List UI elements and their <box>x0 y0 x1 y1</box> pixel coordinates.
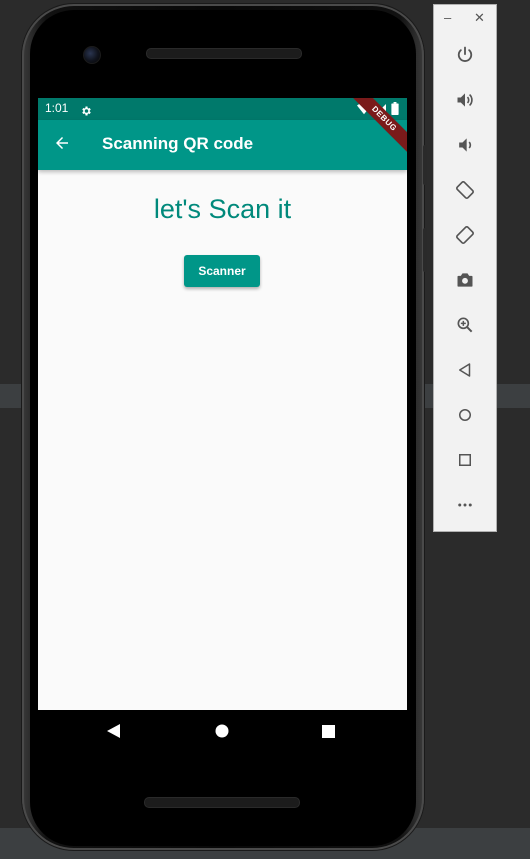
power-icon <box>455 45 475 69</box>
nav-home-button[interactable] <box>210 720 234 744</box>
phone-side-button-lower <box>423 228 427 272</box>
settings-gear-icon <box>80 102 92 116</box>
back-arrow-button[interactable] <box>48 131 76 159</box>
overview-icon <box>456 451 474 473</box>
toolbar-header: – ✕ <box>434 5 496 33</box>
nav-overview-button[interactable] <box>316 720 340 744</box>
arrow-left-icon <box>53 134 71 156</box>
scanner-button[interactable]: Scanner <box>184 255 260 287</box>
screenshot-button[interactable] <box>453 270 477 294</box>
status-time: 1:01 <box>45 101 69 115</box>
circle-home-icon <box>215 723 229 742</box>
triangle-back-icon <box>107 723 121 742</box>
nav-back-button[interactable] <box>102 720 126 744</box>
overview-button[interactable] <box>453 450 477 474</box>
rotate-right-button[interactable] <box>453 225 477 249</box>
rotate-left-button[interactable] <box>453 180 477 204</box>
main-content: let's Scan it Scanner <box>38 170 407 710</box>
minimize-button[interactable]: – <box>444 10 451 25</box>
front-camera <box>83 46 101 64</box>
volume-down-icon <box>455 135 475 159</box>
power-button[interactable] <box>453 45 477 69</box>
system-nav-bar <box>38 710 407 753</box>
headline-text: let's Scan it <box>153 194 292 224</box>
page-title: Scanning QR code <box>102 134 254 153</box>
zoom-button[interactable] <box>453 315 477 339</box>
more-button[interactable] <box>453 495 477 519</box>
battery-icon <box>391 100 399 119</box>
volume-up-button[interactable] <box>453 90 477 114</box>
phone-side-button-upper <box>423 145 427 185</box>
back-icon <box>456 361 474 383</box>
phone-screen: 1:01 Scanning QR code DEBUG let's Scan i… <box>38 98 407 753</box>
home-icon <box>456 406 474 428</box>
more-icon <box>456 496 474 518</box>
home-button[interactable] <box>453 405 477 429</box>
volume-down-button[interactable] <box>453 135 477 159</box>
emulator-toolbar: – ✕ <box>433 4 497 532</box>
top-speaker <box>146 48 302 59</box>
bottom-speaker <box>144 797 300 808</box>
zoom-icon <box>455 315 475 339</box>
emulator-window: 1:01 Scanning QR code DEBUG let's Scan i… <box>0 0 530 859</box>
square-overview-icon <box>321 723 335 742</box>
back-button[interactable] <box>453 360 477 384</box>
status-bar: 1:01 <box>38 98 407 120</box>
app-bar: Scanning QR code <box>38 120 407 170</box>
rotate-left-icon <box>455 180 475 204</box>
close-button[interactable]: ✕ <box>474 10 485 26</box>
volume-up-icon <box>455 90 475 114</box>
camera-icon <box>455 270 475 294</box>
rotate-right-icon <box>455 225 475 249</box>
